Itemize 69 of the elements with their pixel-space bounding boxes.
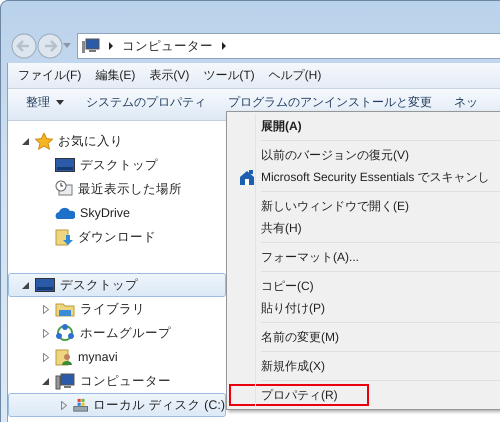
command-button[interactable]: ネッ (448, 91, 484, 114)
tree-item[interactable]: ダウンロード (8, 225, 226, 249)
tree-label: mynavi (78, 350, 118, 364)
command-button[interactable]: システムのプロパティ (80, 91, 212, 114)
recent-places-icon (55, 180, 73, 198)
menu-item[interactable]: 貼り付け(P) (229, 297, 500, 319)
tree-item[interactable]: デスクトップ (8, 273, 226, 297)
menu-item[interactable]: 新しいウィンドウで開く(E) (229, 195, 500, 217)
tree-label: デスクトップ (80, 156, 158, 174)
chevron-icon[interactable] (221, 42, 227, 50)
address-bar[interactable]: コンピューター (77, 33, 500, 59)
chevron-icon[interactable] (108, 42, 114, 50)
tree-label: お気に入り (58, 132, 123, 150)
computer-icon (82, 38, 100, 54)
tree-item[interactable]: 最近表示した場所 (8, 177, 226, 201)
tree-label: デスクトップ (60, 276, 138, 294)
menu-item[interactable]: ファイル(F) (18, 67, 82, 84)
expanded-arrow-icon[interactable] (22, 282, 29, 288)
expanded-arrow-icon[interactable] (42, 378, 49, 384)
menu-item[interactable]: 表示(V) (149, 67, 190, 84)
star-icon (35, 132, 53, 150)
computer-icon (55, 372, 75, 390)
download-folder-icon (55, 228, 73, 246)
menu-item[interactable]: 編集(E) (95, 67, 136, 84)
tree-label: コンピューター (80, 372, 171, 390)
user-folder-icon (55, 348, 73, 366)
collapsed-arrow-icon[interactable] (61, 400, 68, 410)
menu-item[interactable]: Microsoft Security Essentials でスキャンし (229, 166, 500, 188)
menu-item[interactable]: フォーマット(A)... (229, 246, 500, 268)
collapsed-arrow-icon[interactable] (42, 328, 48, 338)
tree-label: ダウンロード (78, 228, 156, 246)
cloud-icon (55, 206, 75, 220)
command-button[interactable]: 整理 (20, 91, 70, 114)
command-button[interactable]: プログラムのアンインストールと変更 (222, 91, 438, 114)
tree-label: ホームグループ (80, 324, 171, 342)
homegroup-icon (55, 324, 75, 342)
back-button[interactable] (11, 33, 37, 59)
menu-item[interactable]: ヘルプ(H) (268, 67, 322, 84)
menu-item[interactable]: ツール(T) (203, 67, 255, 84)
menu-item[interactable]: 展開(A) (229, 115, 500, 137)
tree-item[interactable]: ローカル ディスク (C:) (8, 393, 226, 417)
tree-item[interactable]: mynavi (8, 345, 226, 369)
menu-item[interactable]: プロパティ(R) (229, 384, 369, 406)
tree-item[interactable]: SkyDrive (8, 201, 226, 225)
monitor-icon (35, 278, 55, 292)
expanded-arrow-icon[interactable] (22, 138, 29, 144)
dropdown-icon (56, 100, 64, 105)
history-dropdown-icon[interactable] (63, 43, 71, 49)
menu-item[interactable]: コピー(C) (229, 275, 500, 297)
breadcrumb[interactable]: コンピューター (122, 38, 213, 54)
menu-item[interactable]: 名前の変更(M) (229, 326, 500, 348)
tree-label: ローカル ディスク (C:) (93, 396, 225, 414)
tree-label: ライブラリ (80, 300, 145, 318)
tree-item[interactable]: コンピューター (8, 369, 226, 393)
tree-item[interactable]: お気に入り (8, 129, 226, 153)
menu-item[interactable]: 共有(H) (229, 217, 500, 239)
forward-button[interactable] (37, 33, 63, 59)
tree-item[interactable]: ホームグループ (8, 321, 226, 345)
library-icon (55, 301, 75, 317)
tree-label: SkyDrive (80, 206, 130, 220)
tree-item[interactable]: ライブラリ (8, 297, 226, 321)
drive-icon (72, 396, 88, 414)
monitor-icon (55, 158, 75, 172)
tree-item[interactable]: デスクトップ (8, 153, 226, 177)
menu-item[interactable]: 以前のバージョンの復元(V) (229, 144, 500, 166)
collapsed-arrow-icon[interactable] (42, 304, 48, 314)
menu-item[interactable]: 新規作成(X) (229, 355, 500, 377)
tree-label: 最近表示した場所 (78, 180, 182, 198)
collapsed-arrow-icon[interactable] (42, 352, 48, 362)
